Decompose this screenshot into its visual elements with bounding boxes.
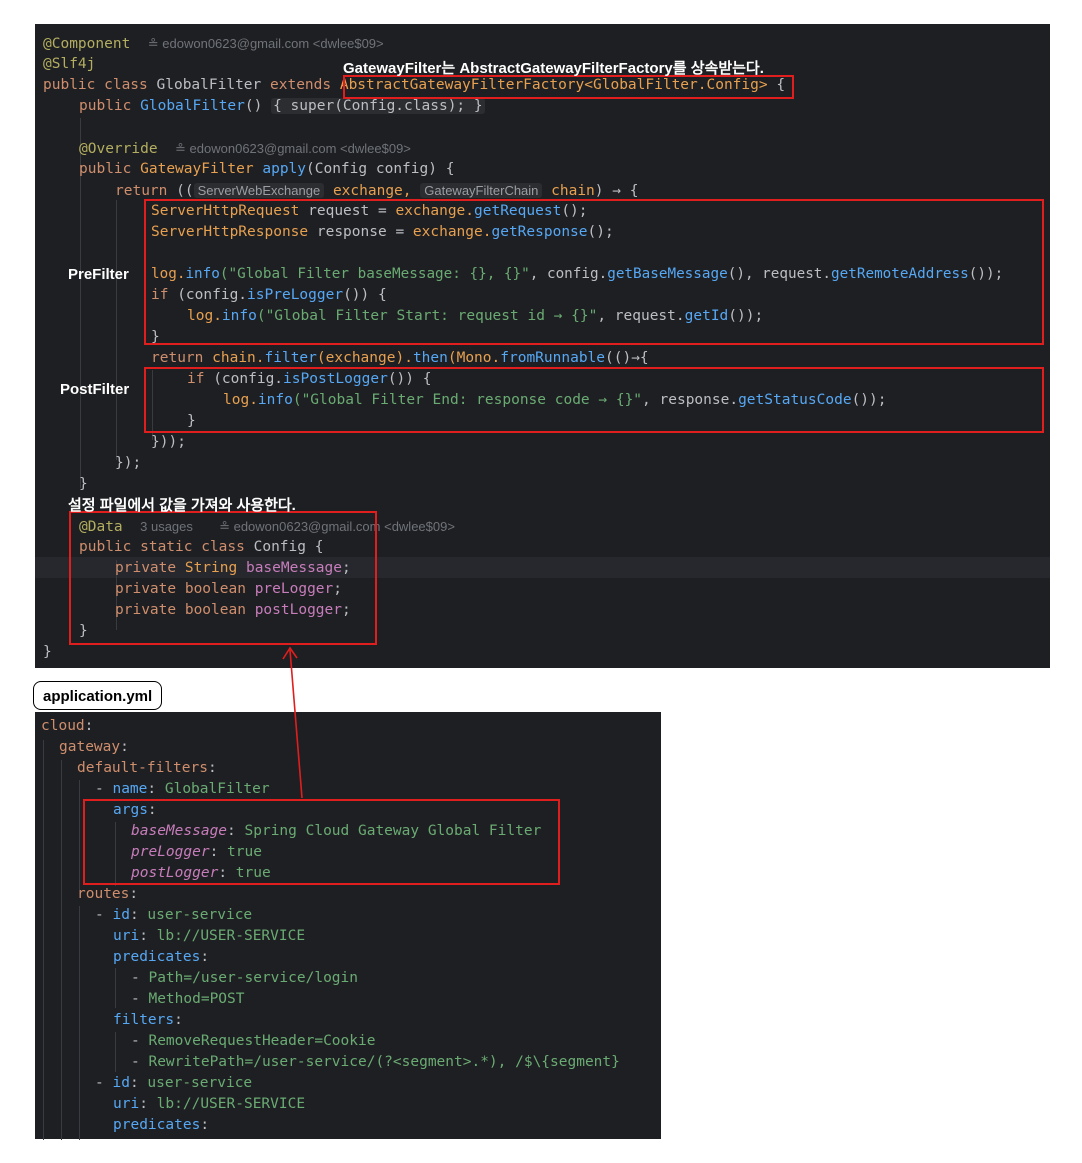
connector-arrow (282, 646, 303, 799)
